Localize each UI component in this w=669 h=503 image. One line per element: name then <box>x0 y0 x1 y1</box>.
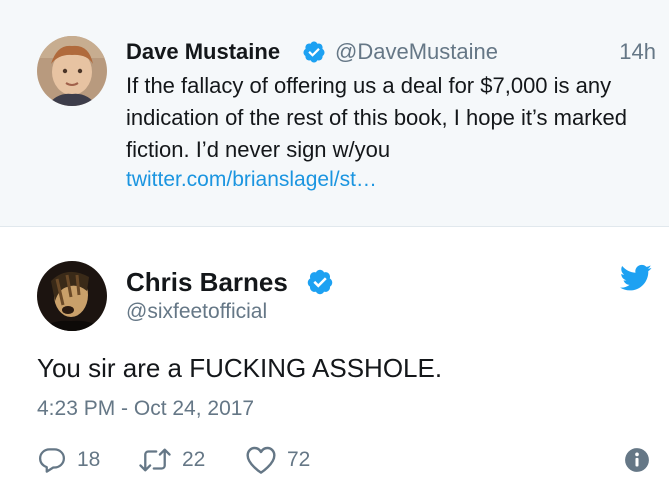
retweet-icon <box>139 448 171 472</box>
quoted-tweet-text: If the fallacy of offering us a deal for… <box>126 73 627 162</box>
verified-badge-icon <box>307 269 333 295</box>
quoted-tweet-link[interactable]: twitter.com/brianslagel/st… <box>126 164 377 196</box>
author-name[interactable]: Chris Barnes <box>126 266 288 298</box>
divider <box>0 226 669 227</box>
tweet-text: You sir are a FUCKING ASSHOLE. <box>37 353 443 383</box>
quoted-tweet-time[interactable]: 14h <box>619 38 656 66</box>
like-count: 72 <box>287 448 311 471</box>
retweet-button[interactable]: 22 <box>138 443 205 477</box>
retweet-count: 22 <box>182 448 206 471</box>
dave-mustaine-avatar[interactable] <box>37 36 107 106</box>
chris-barnes-avatar[interactable] <box>37 261 107 331</box>
author-handle[interactable]: @sixfeetofficial <box>126 298 267 326</box>
reply-button[interactable]: 18 <box>37 443 100 477</box>
quoted-tweet[interactable]: Dave Mustaine @DaveMustaine 14h If the f… <box>0 0 669 226</box>
quoted-author-name[interactable]: Dave Mustaine <box>126 38 280 66</box>
reply-count: 18 <box>77 448 101 471</box>
tweet-timestamp[interactable]: 4:23 PM - Oct 24, 2017 <box>37 395 254 423</box>
verified-badge-icon <box>303 41 325 63</box>
tweet-actions: 18 22 72 <box>0 443 669 477</box>
like-button[interactable]: 72 <box>245 443 310 477</box>
twitter-bird-icon[interactable] <box>620 264 652 292</box>
reply-icon <box>39 448 65 473</box>
info-icon[interactable] <box>624 447 650 473</box>
heart-icon <box>246 446 276 474</box>
quoted-author-handle[interactable]: @DaveMustaine <box>335 38 498 66</box>
